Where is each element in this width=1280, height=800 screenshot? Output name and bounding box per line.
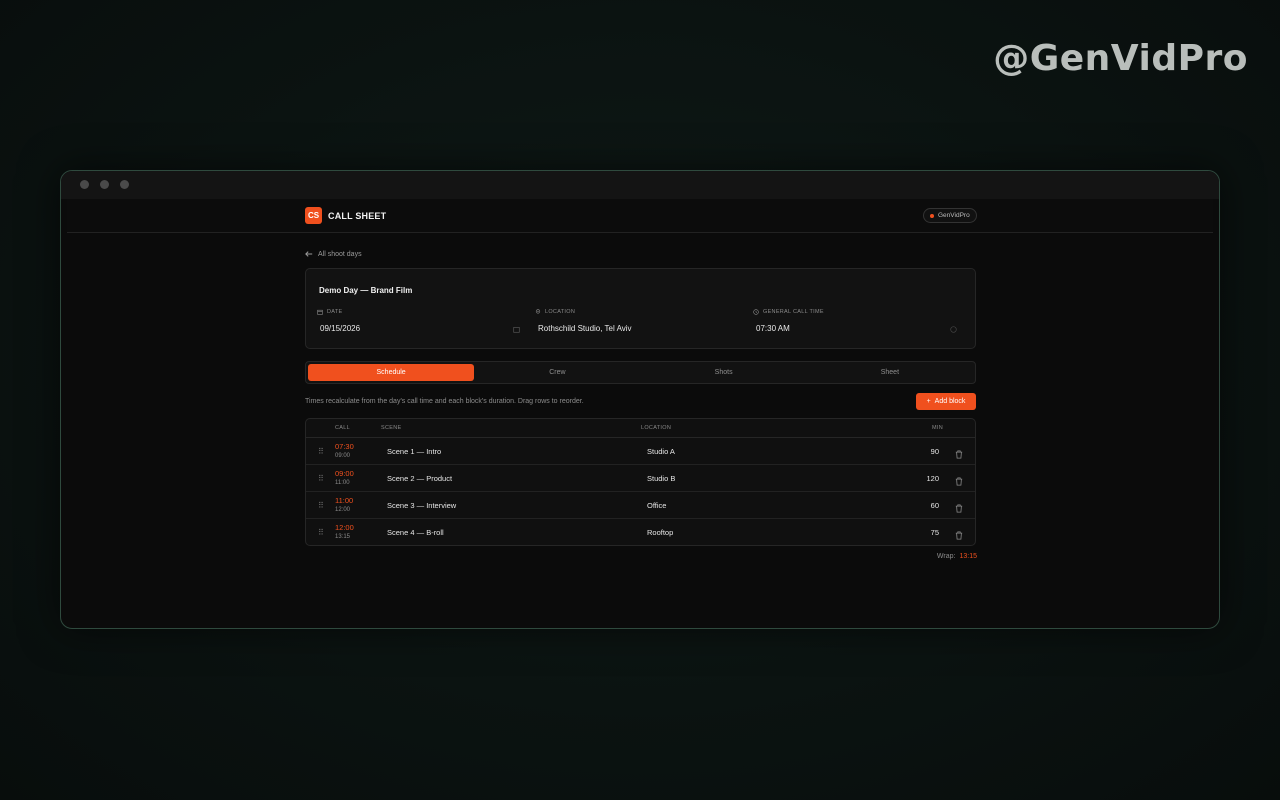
window-maximize-dot[interactable]: [120, 180, 129, 189]
table-header: CALL SCENE LOCATION MIN: [306, 419, 975, 438]
row-scene[interactable]: Scene 4 — B-roll: [387, 528, 444, 537]
user-badge-label: GenVidPro: [938, 212, 970, 219]
tab-bar: Schedule Crew Shots Sheet: [305, 361, 976, 384]
trash-icon[interactable]: [955, 446, 963, 464]
wrap-time: Wrap: 13:15: [937, 553, 977, 560]
shoot-day-card: Demo Day — Brand Film DATE 09/15/2026 LO…: [305, 268, 976, 349]
trash-icon[interactable]: [955, 500, 963, 518]
schedule-hint: Times recalculate from the day's call ti…: [305, 398, 584, 405]
row-minutes[interactable]: 75: [931, 528, 939, 537]
drag-handle-icon[interactable]: ⠿: [318, 528, 324, 537]
location-field: LOCATION Rothschild Studio, Tel Aviv: [535, 309, 735, 333]
tab-crew[interactable]: Crew: [474, 364, 640, 381]
row-end-time: 12:00: [335, 507, 351, 513]
row-end-time: 13:15: [335, 534, 351, 540]
col-call: CALL: [335, 425, 350, 431]
window-minimize-dot[interactable]: [100, 180, 109, 189]
table-row[interactable]: ⠿ 11:00 12:00 Scene 3 — Interview Office…: [306, 492, 975, 519]
drag-handle-icon[interactable]: ⠿: [318, 474, 324, 483]
date-label-text: DATE: [327, 309, 343, 315]
call-time-input[interactable]: 07:30 AM: [753, 324, 953, 333]
row-minutes[interactable]: 60: [931, 501, 939, 510]
date-input[interactable]: 09/15/2026: [317, 324, 517, 333]
back-link[interactable]: All shoot days: [305, 250, 362, 258]
map-pin-icon: [535, 309, 541, 314]
window-close-dot[interactable]: [80, 180, 89, 189]
app-logo: CS: [305, 207, 322, 224]
row-start-time: 09:00: [335, 469, 354, 478]
trash-icon[interactable]: [955, 473, 963, 491]
col-min: MIN: [932, 425, 943, 431]
add-block-button[interactable]: + Add block: [916, 393, 976, 410]
row-location[interactable]: Studio A: [647, 447, 675, 456]
date-picker-icon[interactable]: [513, 326, 520, 335]
app-window: CS CALL SHEET GenVidPro All shoot days D…: [60, 170, 1220, 629]
brand-logo-link[interactable]: CS CALL SHEET: [305, 207, 386, 224]
call-time-label-text: GENERAL CALL TIME: [763, 309, 824, 315]
date-field: DATE 09/15/2026: [317, 309, 517, 333]
schedule-table: CALL SCENE LOCATION MIN ⠿ 07:30 09:00 Sc…: [305, 418, 976, 546]
status-dot-icon: [930, 213, 934, 218]
table-row[interactable]: ⠿ 12:00 13:15 Scene 4 — B-roll Rooftop 7…: [306, 519, 975, 545]
col-location: LOCATION: [641, 425, 672, 431]
tab-sheet[interactable]: Sheet: [807, 364, 973, 381]
add-block-label: Add block: [934, 398, 966, 405]
drag-handle-icon[interactable]: ⠿: [318, 447, 324, 456]
row-location[interactable]: Studio B: [647, 474, 675, 483]
row-location[interactable]: Rooftop: [647, 528, 673, 537]
wrap-label: Wrap:: [936, 553, 956, 560]
call-time-label: GENERAL CALL TIME: [753, 309, 953, 315]
tab-shots[interactable]: Shots: [641, 364, 807, 381]
call-time-field: GENERAL CALL TIME 07:30 AM: [753, 309, 953, 333]
user-badge[interactable]: GenVidPro: [923, 208, 977, 223]
watermark: @GenVidPro: [993, 38, 1248, 79]
row-end-time: 11:00: [335, 480, 350, 486]
plus-icon: +: [926, 398, 931, 405]
calendar-icon: [317, 309, 323, 315]
time-picker-icon[interactable]: [950, 326, 957, 335]
table-row[interactable]: ⠿ 09:00 11:00 Scene 2 — Product Studio B…: [306, 465, 975, 492]
row-start-time: 07:30: [335, 442, 354, 451]
row-start-time: 12:00: [335, 523, 354, 532]
location-label: LOCATION: [535, 309, 735, 315]
col-scene: SCENE: [381, 425, 402, 431]
trash-icon[interactable]: [955, 527, 963, 545]
app-brand: CALL SHEET: [328, 210, 387, 221]
row-scene[interactable]: Scene 2 — Product: [387, 474, 452, 483]
location-input[interactable]: Rothschild Studio, Tel Aviv: [535, 324, 735, 333]
tab-schedule[interactable]: Schedule: [308, 364, 475, 381]
location-label-text: LOCATION: [545, 309, 576, 315]
date-label: DATE: [317, 309, 517, 315]
row-minutes[interactable]: 90: [931, 447, 939, 456]
row-start-time: 11:00: [335, 496, 354, 505]
drag-handle-icon[interactable]: ⠿: [318, 501, 324, 510]
app-header: CS CALL SHEET GenVidPro: [67, 199, 1213, 233]
back-link-label: All shoot days: [318, 250, 362, 258]
row-end-time: 09:00: [335, 453, 351, 459]
wrap-value: 13:15: [959, 553, 977, 560]
row-scene[interactable]: Scene 1 — Intro: [387, 447, 441, 456]
clock-icon: [753, 309, 759, 315]
arrow-left-icon: [305, 251, 313, 257]
window-titlebar: [61, 171, 1219, 199]
row-minutes[interactable]: 120: [926, 474, 939, 483]
table-row[interactable]: ⠿ 07:30 09:00 Scene 1 — Intro Studio A 9…: [306, 438, 975, 465]
row-scene[interactable]: Scene 3 — Interview: [387, 501, 456, 510]
row-location[interactable]: Office: [647, 501, 666, 510]
shoot-title: Demo Day — Brand Film: [319, 286, 413, 295]
